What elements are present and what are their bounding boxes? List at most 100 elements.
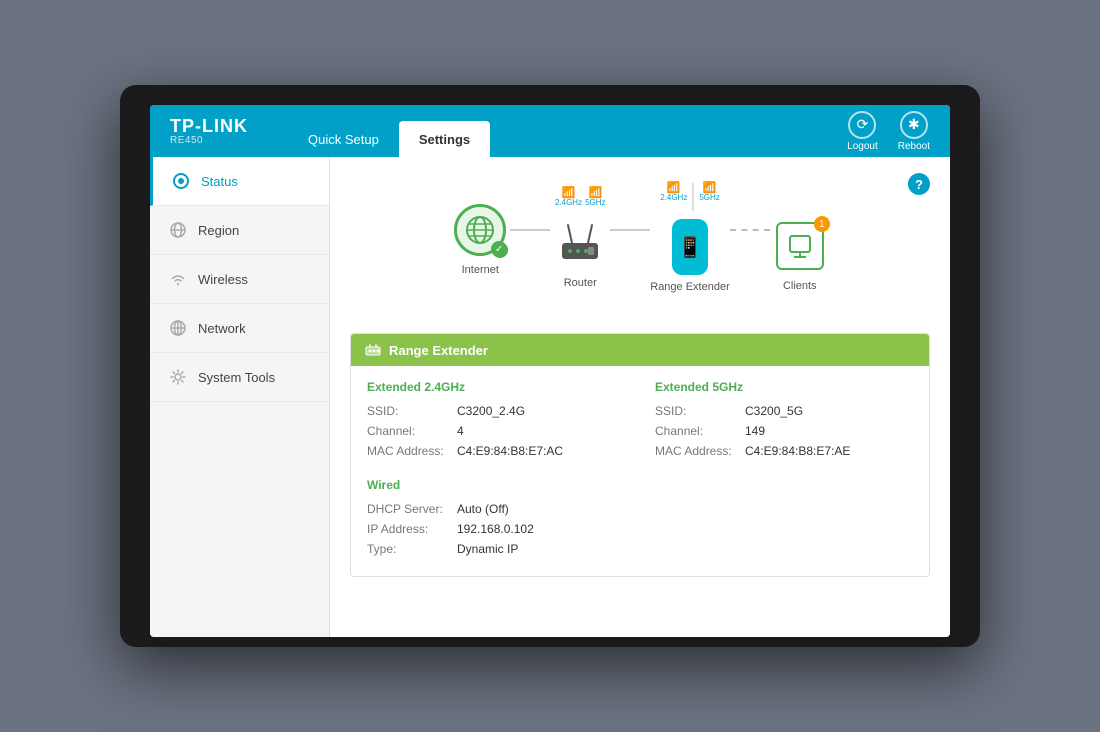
type-row: Type: Dynamic IP bbox=[367, 542, 913, 556]
channel-24-label: Channel: bbox=[367, 424, 457, 438]
extender-24ghz-badge: 📶 2.4GHz bbox=[660, 183, 687, 211]
sidebar-item-system-tools-label: System Tools bbox=[198, 370, 275, 385]
router-5ghz-badge: 📶 5GHz bbox=[585, 188, 605, 207]
ssid-5-label: SSID: bbox=[655, 404, 745, 418]
mac-5-row: MAC Address: C4:E9:84:B8:E7:AE bbox=[655, 444, 913, 458]
help-button[interactable]: ? bbox=[908, 173, 930, 195]
sidebar-item-status-label: Status bbox=[201, 174, 238, 189]
clients-count-badge: 1 bbox=[814, 216, 830, 232]
reboot-icon: ✱ bbox=[900, 111, 928, 139]
dhcp-row: DHCP Server: Auto (Off) bbox=[367, 502, 913, 516]
channel-24-value: 4 bbox=[457, 424, 464, 438]
extender-label: Range Extender bbox=[650, 281, 730, 293]
ssid-24-label: SSID: bbox=[367, 404, 457, 418]
topology-diagram: ? ✓ bbox=[350, 173, 930, 313]
range-extender-body: Extended 2.4GHz SSID: C3200_2.4G Channel… bbox=[351, 366, 929, 576]
channel-5-value: 149 bbox=[745, 424, 765, 438]
mac-24-row: MAC Address: C4:E9:84:B8:E7:AC bbox=[367, 444, 625, 458]
laptop-frame: TP-LINK RE450 Quick Setup Settings ⟳ Log… bbox=[120, 85, 980, 647]
tab-settings[interactable]: Settings bbox=[399, 121, 490, 157]
connector-1 bbox=[510, 229, 550, 231]
ip-value: 192.168.0.102 bbox=[457, 522, 534, 536]
range-extender-card: Range Extender Extended 2.4GHz SSID: C32… bbox=[350, 333, 930, 577]
topo-router: 📶 2.4GHz 📶 5GHz bbox=[550, 188, 610, 289]
clients-label: Clients bbox=[783, 280, 817, 292]
router-icon-wrap bbox=[550, 213, 610, 273]
reboot-button[interactable]: ✱ Reboot bbox=[898, 111, 930, 152]
extender-5ghz-badge: 📶 5GHz bbox=[699, 183, 719, 211]
range-extender-header: Range Extender bbox=[351, 334, 929, 366]
sidebar-item-wireless[interactable]: Wireless bbox=[150, 255, 329, 304]
app-header: TP-LINK RE450 Quick Setup Settings ⟳ Log… bbox=[150, 105, 950, 157]
internet-label: Internet bbox=[462, 264, 499, 276]
ssid-24-row: SSID: C3200_2.4G bbox=[367, 404, 625, 418]
sidebar-item-system-tools[interactable]: System Tools bbox=[150, 353, 329, 402]
ssid-5-value: C3200_5G bbox=[745, 404, 803, 418]
clients-icon: 1 bbox=[776, 222, 824, 270]
extended-5ghz-title: Extended 5GHz bbox=[655, 380, 913, 394]
connector-3 bbox=[730, 229, 770, 231]
main-layout: Status Region bbox=[150, 157, 950, 637]
extended-5ghz-col: Extended 5GHz SSID: C3200_5G Channel: 14… bbox=[655, 380, 913, 464]
clients-icon-wrap: 1 bbox=[770, 216, 830, 276]
sidebar-item-wireless-label: Wireless bbox=[198, 272, 248, 287]
ip-label: IP Address: bbox=[367, 522, 457, 536]
sidebar-item-region[interactable]: Region bbox=[150, 206, 329, 255]
sidebar-item-region-label: Region bbox=[198, 223, 239, 238]
sidebar-item-network[interactable]: Network bbox=[150, 304, 329, 353]
mac-24-value: C4:E9:84:B8:E7:AC bbox=[457, 444, 563, 458]
topo-internet: ✓ Internet bbox=[450, 200, 510, 276]
router-wifi-badges: 📶 2.4GHz 📶 5GHz bbox=[555, 188, 606, 207]
ip-row: IP Address: 192.168.0.102 bbox=[367, 522, 913, 536]
system-tools-icon bbox=[168, 367, 188, 387]
extender-wifi-badges: 📶 2.4GHz 📶 5GHz bbox=[660, 183, 720, 211]
extended-24ghz-col: Extended 2.4GHz SSID: C3200_2.4G Channel… bbox=[367, 380, 625, 464]
extended-24ghz-title: Extended 2.4GHz bbox=[367, 380, 625, 394]
type-value: Dynamic IP bbox=[457, 542, 518, 556]
ssid-24-value: C3200_2.4G bbox=[457, 404, 525, 418]
extender-icon-wrap: 📱 bbox=[660, 217, 720, 277]
ssid-5-row: SSID: C3200_5G bbox=[655, 404, 913, 418]
tab-quick-setup[interactable]: Quick Setup bbox=[288, 121, 399, 157]
brand-name: TP-LINK bbox=[170, 117, 248, 135]
topo-clients: 1 Clients bbox=[770, 184, 830, 292]
router-svg bbox=[554, 221, 606, 265]
sidebar-item-network-label: Network bbox=[198, 321, 246, 336]
router-label: Router bbox=[564, 277, 597, 289]
brand-model: RE450 bbox=[170, 135, 248, 146]
sidebar: Status Region bbox=[150, 157, 330, 637]
range-extender-title: Range Extender bbox=[389, 343, 488, 358]
extender-divider bbox=[692, 183, 694, 211]
topo-range-extender: 📶 2.4GHz 📶 5GHz 📱 bbox=[650, 183, 730, 293]
wired-title: Wired bbox=[367, 478, 913, 492]
internet-icon: ✓ bbox=[454, 204, 506, 256]
network-icon bbox=[168, 318, 188, 338]
wired-section: Wired DHCP Server: Auto (Off) IP Address… bbox=[367, 478, 913, 556]
content-area: ? ✓ bbox=[330, 157, 950, 637]
type-label: Type: bbox=[367, 542, 457, 556]
screen: TP-LINK RE450 Quick Setup Settings ⟳ Log… bbox=[150, 105, 950, 637]
mac-5-label: MAC Address: bbox=[655, 444, 745, 458]
internet-icon-wrap: ✓ bbox=[450, 200, 510, 260]
status-icon bbox=[171, 171, 191, 191]
logout-icon: ⟳ bbox=[848, 111, 876, 139]
channel-24-row: Channel: 4 bbox=[367, 424, 625, 438]
channel-5-label: Channel: bbox=[655, 424, 745, 438]
logo: TP-LINK RE450 bbox=[170, 117, 248, 146]
mac-5-value: C4:E9:84:B8:E7:AE bbox=[745, 444, 850, 458]
wireless-icon bbox=[168, 269, 188, 289]
logout-button[interactable]: ⟳ Logout bbox=[847, 111, 878, 152]
wireless-info-columns: Extended 2.4GHz SSID: C3200_2.4G Channel… bbox=[367, 380, 913, 464]
channel-5-row: Channel: 149 bbox=[655, 424, 913, 438]
sidebar-item-status[interactable]: Status bbox=[150, 157, 329, 206]
dhcp-label: DHCP Server: bbox=[367, 502, 457, 516]
header-actions: ⟳ Logout ✱ Reboot bbox=[847, 111, 930, 152]
mac-24-label: MAC Address: bbox=[367, 444, 457, 458]
extender-device-icon: 📱 bbox=[672, 219, 708, 275]
router-24ghz-badge: 📶 2.4GHz bbox=[555, 188, 582, 207]
dhcp-value: Auto (Off) bbox=[457, 502, 509, 516]
region-icon bbox=[168, 220, 188, 240]
range-extender-header-icon bbox=[365, 342, 381, 358]
internet-check-badge: ✓ bbox=[492, 242, 508, 258]
connector-2 bbox=[610, 229, 650, 231]
